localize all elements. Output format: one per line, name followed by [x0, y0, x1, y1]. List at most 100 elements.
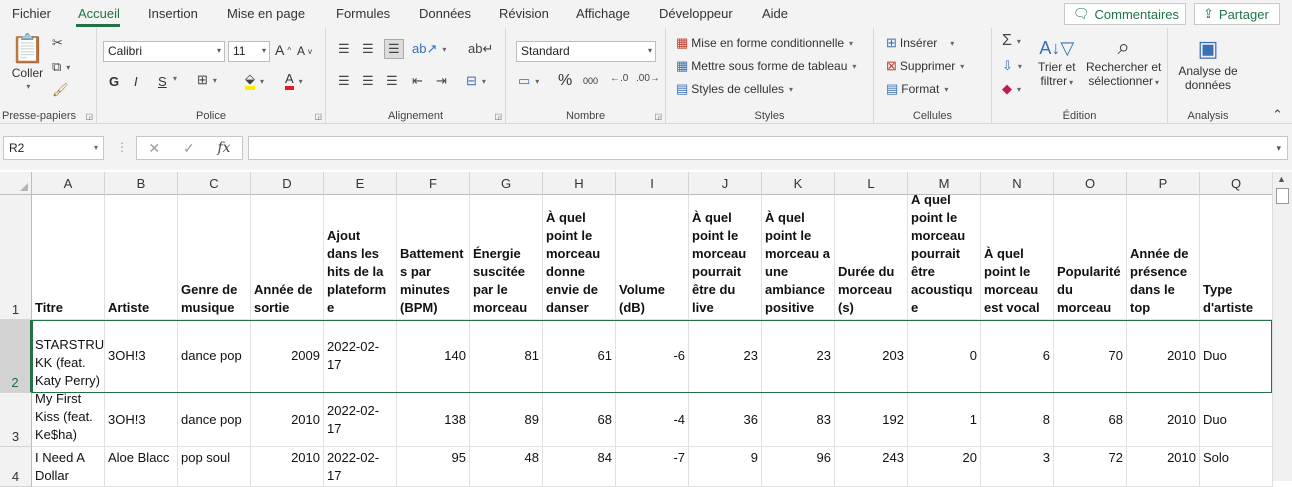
column-header-d[interactable]: D [251, 172, 324, 195]
data-cell[interactable]: 48 [470, 447, 543, 487]
format-as-table-button[interactable]: ▦ Mettre sous forme de tableau ▾ [676, 59, 856, 74]
column-header-b[interactable]: B [105, 172, 178, 195]
align-top-button[interactable]: ☰ [338, 42, 350, 56]
data-cell[interactable]: 9 [689, 447, 762, 487]
column-header-h[interactable]: H [543, 172, 616, 195]
data-cell[interactable]: dance pop [178, 320, 251, 393]
tab-developpeur[interactable]: Développeur [659, 6, 733, 21]
row-header-2[interactable]: 2 [0, 320, 32, 393]
row-header-4[interactable]: 4 [0, 447, 32, 487]
find-select-button[interactable]: ⌕ Rechercher et sélectionner ▾ [1086, 34, 1161, 88]
conditional-formatting-button[interactable]: ▦ Mise en forme conditionnelle ▾ [676, 36, 853, 51]
data-cell[interactable]: Duo [1200, 320, 1273, 393]
vertical-scrollbar[interactable]: ▲ [1272, 172, 1292, 481]
data-cell[interactable]: 89 [470, 393, 543, 447]
borders-button[interactable]: ⊞ ▾ [197, 73, 217, 87]
tab-accueil[interactable]: Accueil [78, 6, 120, 21]
header-cell[interactable]: Énergie suscitée par le morceau [470, 195, 543, 320]
column-header-i[interactable]: I [616, 172, 689, 195]
data-cell[interactable]: Aloe Blacc [105, 447, 178, 487]
format-painter-button[interactable]: 🖌 [52, 83, 69, 97]
data-cell[interactable]: pop soul [178, 447, 251, 487]
dialog-launcher-icon[interactable]: ◲ [494, 112, 502, 121]
header-cell[interactable]: Ajout dans les hits de la plateform e [324, 195, 397, 320]
cell-styles-button[interactable]: ▤ Styles de cellules ▾ [676, 82, 793, 97]
share-button[interactable]: ⇪ Partager [1194, 3, 1280, 25]
data-cell[interactable]: 3OH!3 [105, 320, 178, 393]
column-header-l[interactable]: L [835, 172, 908, 195]
tab-affichage[interactable]: Affichage [576, 6, 630, 21]
dialog-launcher-icon[interactable]: ◲ [654, 112, 662, 121]
scroll-up-icon[interactable]: ▲ [1277, 174, 1286, 184]
data-cell[interactable]: 2022-02-17 [324, 447, 397, 487]
sort-filter-button[interactable]: A↓▽ Trier et filtrer ▾ [1038, 36, 1076, 88]
autosum-button[interactable]: Σ ▾ [1002, 33, 1021, 49]
increase-decimal-button[interactable]: ←.0 [610, 72, 628, 86]
increase-indent-button[interactable]: ⇥ [436, 74, 447, 88]
cancel-icon[interactable]: ✕ [148, 140, 160, 157]
name-box[interactable]: R2 ▾ [3, 136, 104, 160]
data-cell[interactable]: 8 [981, 393, 1054, 447]
data-cell[interactable]: 243 [835, 447, 908, 487]
data-cell[interactable]: 2010 [1127, 447, 1200, 487]
tab-formules[interactable]: Formules [336, 6, 390, 21]
header-cell[interactable]: Battement s par minutes (BPM) [397, 195, 470, 320]
header-cell[interactable]: Titre [32, 195, 105, 320]
header-cell[interactable]: À quel point le morceau donne envie de d… [543, 195, 616, 320]
data-cell[interactable]: 96 [762, 447, 835, 487]
column-header-m[interactable]: M [908, 172, 981, 195]
data-cell[interactable]: 36 [689, 393, 762, 447]
data-cell[interactable]: 2010 [251, 393, 324, 447]
underline-button[interactable]: S [158, 74, 167, 89]
tab-insertion[interactable]: Insertion [148, 6, 198, 21]
tab-fichier[interactable]: Fichier [12, 6, 51, 21]
tab-revision[interactable]: Révision [499, 6, 549, 21]
data-cell[interactable]: 2022-02-17 [324, 393, 397, 447]
dialog-launcher-icon[interactable]: ◲ [85, 112, 93, 121]
header-cell[interactable]: Type d'artiste [1200, 195, 1273, 320]
data-cell[interactable]: 2010 [251, 447, 324, 487]
data-cell[interactable]: 2022-02-17 [324, 320, 397, 393]
fill-color-button[interactable]: ⬙ ▾ [245, 72, 264, 90]
align-center-button[interactable]: ☰ [362, 74, 374, 88]
delete-cells-button[interactable]: ⊠ Supprimer ▾ [886, 59, 964, 74]
collapse-ribbon-button[interactable]: ⌃ [1272, 108, 1283, 122]
header-cell[interactable]: Durée du morceau (s) [835, 195, 908, 320]
scrollbar-thumb[interactable] [1276, 188, 1289, 204]
data-cell[interactable]: 23 [762, 320, 835, 393]
data-cell[interactable]: 2010 [1127, 393, 1200, 447]
percent-button[interactable]: % [558, 72, 572, 90]
data-cell[interactable]: 2009 [251, 320, 324, 393]
insert-cells-button[interactable]: ⊞ Insérer ▾ [886, 36, 954, 51]
column-header-f[interactable]: F [397, 172, 470, 195]
data-cell[interactable]: 192 [835, 393, 908, 447]
data-cell[interactable]: 20 [908, 447, 981, 487]
column-header-c[interactable]: C [178, 172, 251, 195]
thousands-separator-button[interactable]: 000 [583, 76, 598, 86]
column-header-g[interactable]: G [470, 172, 543, 195]
data-cell[interactable]: STARSTRU KK (feat. Katy Perry) [32, 320, 105, 393]
data-cell[interactable]: 23 [689, 320, 762, 393]
data-cell[interactable]: 203 [835, 320, 908, 393]
data-cell[interactable]: -6 [616, 320, 689, 393]
font-color-button[interactable]: A ▾ [285, 72, 303, 90]
data-cell[interactable]: 140 [397, 320, 470, 393]
data-cell[interactable]: My First Kiss (feat. Ke$ha) [32, 393, 105, 447]
data-cell[interactable]: 0 [908, 320, 981, 393]
column-header-e[interactable]: E [324, 172, 397, 195]
font-name-select[interactable]: Calibri ▾ [103, 41, 225, 62]
wrap-text-button[interactable]: ab↵ [468, 42, 493, 56]
number-format-select[interactable]: Standard ▾ [516, 41, 656, 62]
data-cell[interactable]: 68 [543, 393, 616, 447]
header-cell[interactable]: À quel point le morceau a une ambiance p… [762, 195, 835, 320]
comments-button[interactable]: 🗨 Commentaires [1064, 3, 1186, 25]
align-left-button[interactable]: ☰ [338, 74, 350, 88]
align-right-button[interactable]: ☰ [386, 74, 398, 88]
column-header-k[interactable]: K [762, 172, 835, 195]
analyze-data-button[interactable]: ▣ Analyse de données [1178, 34, 1238, 92]
data-cell[interactable]: Solo [1200, 447, 1273, 487]
column-header-o[interactable]: O [1054, 172, 1127, 195]
data-cell[interactable]: I Need A Dollar [32, 447, 105, 487]
header-cell[interactable]: À quel point le morceau pourrait être du… [689, 195, 762, 320]
data-cell[interactable]: dance pop [178, 393, 251, 447]
